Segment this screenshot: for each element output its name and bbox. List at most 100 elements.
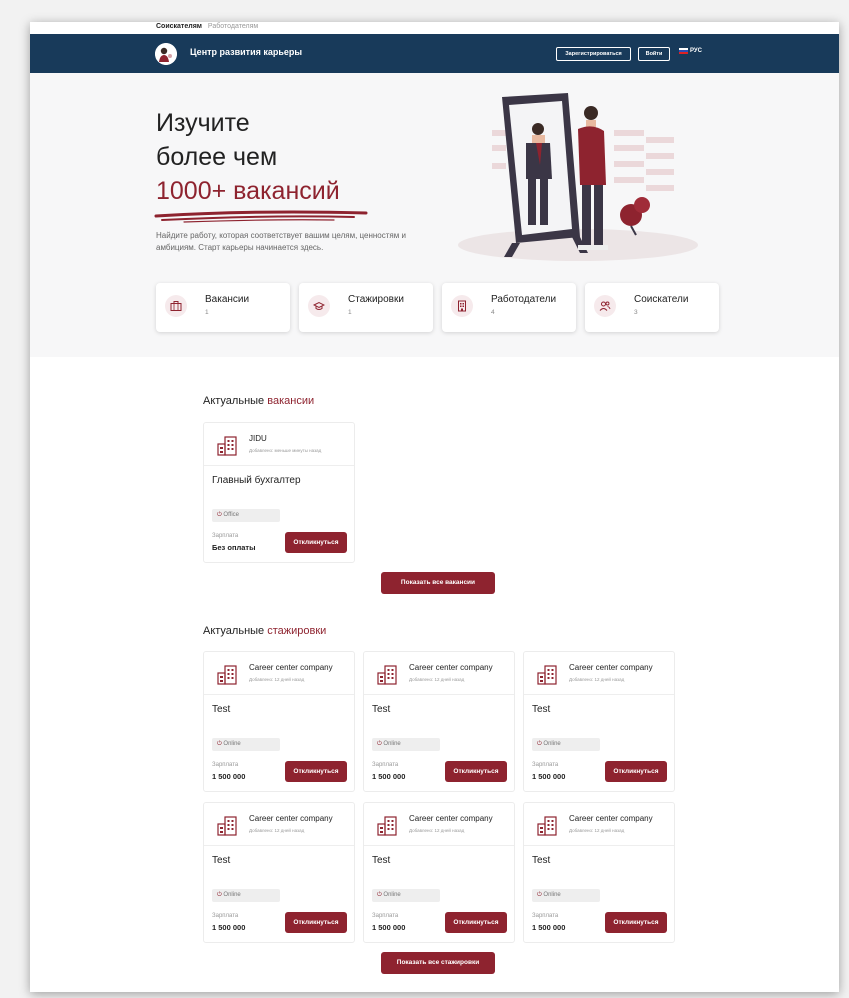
added-time: Добавлено: 12 дней назад: [569, 677, 625, 682]
clock-icon: ⏻: [377, 892, 382, 898]
card-header: Career center company Добавлено: 12 дней…: [364, 803, 514, 846]
hero-title-line-1: Изучите: [156, 109, 250, 137]
internship-card[interactable]: Career center company Добавлено: 12 дней…: [363, 651, 515, 792]
stat-card-job-seekers[interactable]: Соискатели 3: [585, 283, 719, 332]
stat-card-employers[interactable]: Работодатели 4: [442, 283, 576, 332]
apply-button[interactable]: Откликнуться: [445, 912, 507, 933]
company-name[interactable]: Career center company: [409, 814, 493, 823]
stat-title: Вакансии: [205, 294, 250, 305]
clock-icon: ⏻: [217, 512, 222, 518]
apply-button[interactable]: Откликнуться: [285, 761, 347, 782]
card-header: Career center company Добавлено: 12 дней…: [204, 803, 354, 846]
company-building-icon: [217, 436, 237, 456]
mirror-illustration: [458, 93, 698, 261]
job-title[interactable]: Test: [372, 704, 390, 715]
internship-card[interactable]: Career center company Добавлено: 12 дней…: [363, 802, 515, 943]
stat-card-internships[interactable]: Стажировки 1: [299, 283, 433, 332]
company-building-icon: [217, 665, 237, 685]
section-title-accent: вакансии: [267, 395, 315, 407]
company-building-icon: [537, 665, 557, 685]
salary-label: Зарплата: [212, 913, 239, 919]
login-button[interactable]: Войти: [638, 47, 670, 61]
navbar: Центр развития карьеры Зарегистрироватьс…: [30, 34, 839, 73]
job-title[interactable]: Test: [532, 855, 550, 866]
section-title-plain: Актуальные: [203, 625, 265, 637]
added-time: Добавлено: меньше минуты назад: [249, 448, 322, 453]
stat-card-vacancies[interactable]: Вакансии 1: [156, 283, 290, 332]
vacancies-section-title: Актуальные вакансии: [203, 395, 314, 407]
work-format-label: Office: [223, 512, 239, 518]
salary-label: Зарплата: [212, 762, 239, 768]
show-all-internships-button[interactable]: Показать все стажировки: [381, 952, 495, 974]
language-label: РУС: [690, 48, 702, 54]
company-name[interactable]: JIDU: [249, 434, 267, 443]
stat-title: Стажировки: [348, 294, 404, 305]
stat-count: 1: [205, 309, 209, 316]
company-name[interactable]: Career center company: [569, 663, 653, 672]
company-name[interactable]: Career center company: [249, 663, 333, 672]
work-format-label: Online: [223, 892, 241, 898]
salary-label: Зарплата: [372, 913, 399, 919]
job-title[interactable]: Test: [212, 855, 230, 866]
tab-job-seekers[interactable]: Соискателям: [156, 23, 202, 30]
card-header: Career center company Добавлено: 12 дней…: [524, 803, 674, 846]
job-title[interactable]: Главный бухгалтер: [212, 475, 301, 486]
work-format-label: Online: [543, 741, 561, 747]
section-title-plain: Актуальные: [203, 395, 265, 407]
brush-underline: [154, 210, 368, 223]
salary-value: 1 500 000: [212, 923, 246, 932]
register-button[interactable]: Зарегистрироваться: [556, 47, 631, 61]
hero-title-line-2: более чем: [156, 143, 278, 171]
work-format-badge: ⏻ Online: [372, 889, 440, 902]
show-all-vacancies-button[interactable]: Показать все вакансии: [381, 572, 495, 594]
job-title[interactable]: Test: [212, 704, 230, 715]
stat-count: 3: [634, 309, 638, 316]
page: Соискателям Работодателям Центр развития…: [30, 22, 839, 992]
company-name[interactable]: Career center company: [569, 814, 653, 823]
apply-button[interactable]: Откликнуться: [605, 912, 667, 933]
job-title[interactable]: Test: [372, 855, 390, 866]
company-name[interactable]: Career center company: [249, 814, 333, 823]
internship-card[interactable]: Career center company Добавлено: 12 дней…: [523, 651, 675, 792]
stat-title: Соискатели: [634, 294, 689, 305]
stat-count: 1: [348, 309, 352, 316]
work-format-badge: ⏻ Online: [372, 738, 440, 751]
salary-value: 1 500 000: [532, 772, 566, 781]
company-building-icon: [217, 816, 237, 836]
vacancy-card[interactable]: JIDU Добавлено: меньше минуты назад Глав…: [203, 422, 355, 563]
salary-label: Зарплата: [532, 913, 559, 919]
clock-icon: ⏻: [217, 741, 222, 747]
added-time: Добавлено: 12 дней назад: [409, 677, 465, 682]
added-time: Добавлено: 12 дней назад: [569, 828, 625, 833]
salary-value: 1 500 000: [212, 772, 246, 781]
salary-label: Зарплата: [212, 533, 239, 539]
work-format-label: Online: [383, 741, 401, 747]
salary-label: Зарплата: [372, 762, 399, 768]
building-icon: [451, 295, 473, 317]
audience-tabs: Соискателям Работодателям: [30, 22, 839, 34]
apply-button[interactable]: Откликнуться: [285, 912, 347, 933]
company-name[interactable]: Career center company: [409, 663, 493, 672]
clock-icon: ⏻: [377, 741, 382, 747]
stat-title: Работодатели: [491, 294, 557, 305]
hero-title-line-3: 1000+ вакансий: [156, 177, 340, 205]
language-switch[interactable]: РУС: [679, 48, 702, 54]
apply-button[interactable]: Откликнуться: [285, 532, 347, 553]
internship-card[interactable]: Career center company Добавлено: 12 дней…: [203, 802, 355, 943]
work-format-badge: ⏻ Online: [532, 889, 600, 902]
internship-card[interactable]: Career center company Добавлено: 12 дней…: [203, 651, 355, 792]
logo[interactable]: [155, 43, 177, 65]
apply-button[interactable]: Откликнуться: [445, 761, 507, 782]
apply-button[interactable]: Откликнуться: [605, 761, 667, 782]
card-header: Career center company Добавлено: 12 дней…: [364, 652, 514, 695]
hero-section: Изучите более чем 1000+ вакансий Найдите…: [30, 73, 839, 357]
internship-card[interactable]: Career center company Добавлено: 12 дней…: [523, 802, 675, 943]
job-title[interactable]: Test: [532, 704, 550, 715]
brand-name[interactable]: Центр развития карьеры: [190, 47, 302, 57]
company-building-icon: [377, 816, 397, 836]
salary-value: 1 500 000: [372, 772, 406, 781]
work-format-badge: ⏻ Online: [212, 738, 280, 751]
added-time: Добавлено: 12 дней назад: [249, 828, 305, 833]
clock-icon: ⏻: [217, 892, 222, 898]
tab-employers[interactable]: Работодателям: [208, 23, 258, 30]
